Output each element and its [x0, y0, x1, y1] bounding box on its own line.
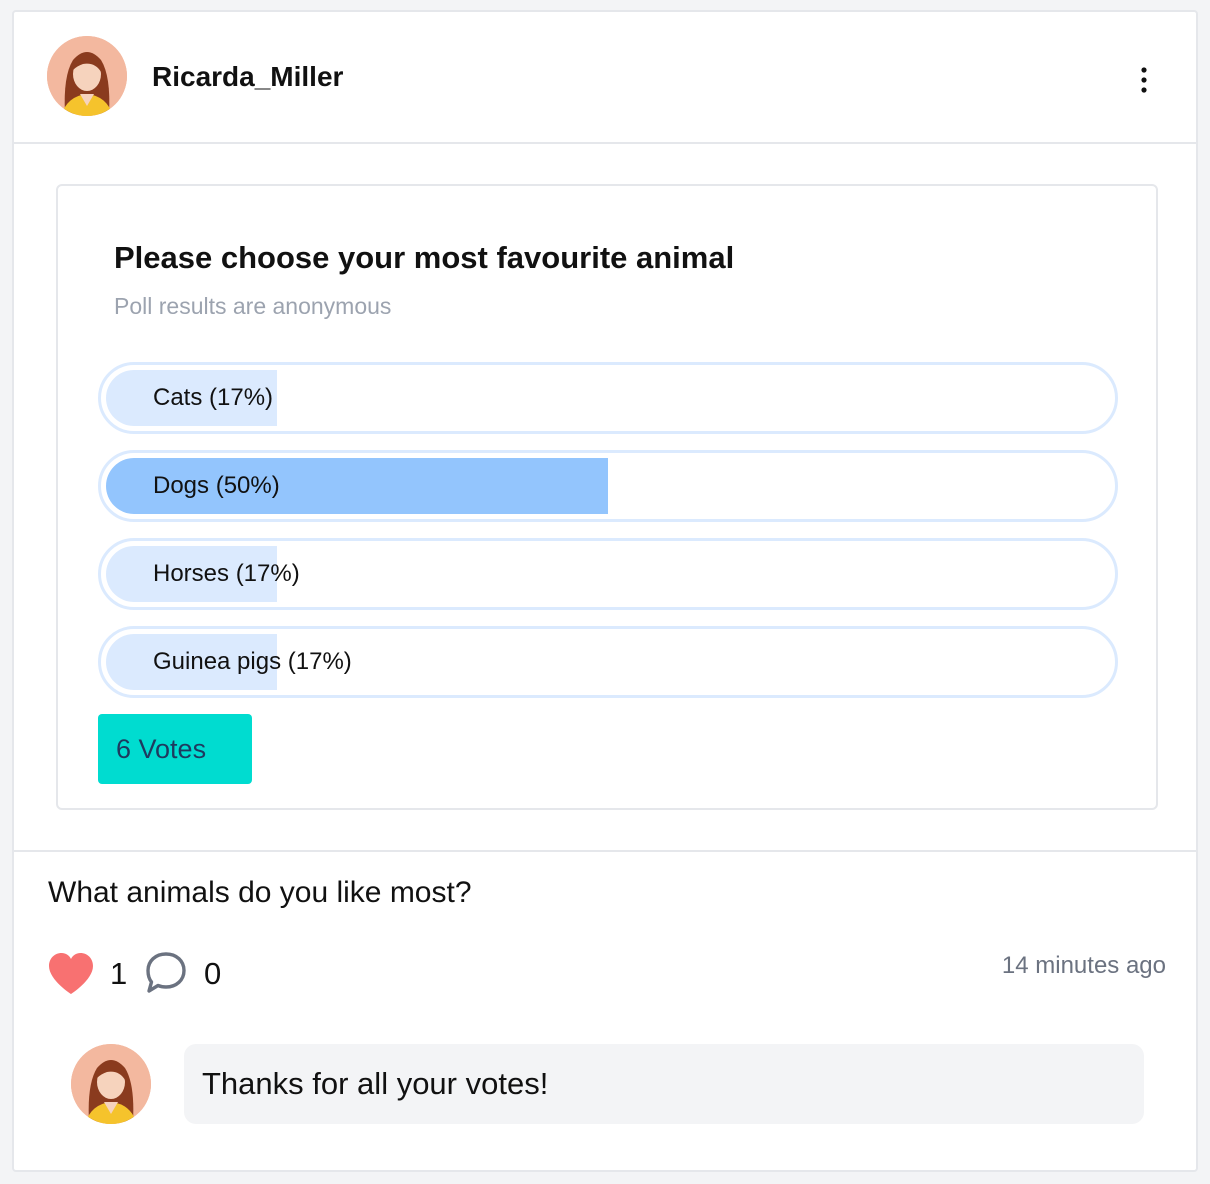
divider [14, 850, 1196, 852]
poll-option-dogs[interactable]: Dogs (50%) [98, 450, 1118, 522]
poll-option-label: Guinea pigs (17%) [153, 648, 352, 675]
poll-question: Please choose your most favourite animal [114, 240, 735, 275]
speech-bubble-icon[interactable] [144, 950, 188, 996]
post-text: What animals do you like most? [48, 876, 472, 909]
commenter-avatar[interactable] [71, 1044, 151, 1124]
poll-option-cats[interactable]: Cats (17%) [98, 362, 1118, 434]
heart-icon[interactable] [47, 952, 95, 996]
comment-count: 0 [204, 956, 222, 991]
author-avatar[interactable] [47, 36, 127, 116]
post-timestamp: 14 minutes ago [1001, 952, 1166, 979]
more-options-button[interactable] [1124, 60, 1164, 100]
comment-bubble: Thanks for all your votes! [184, 1044, 1144, 1124]
poll-option-guinea-pigs[interactable]: Guinea pigs (17%) [98, 626, 1118, 698]
poll-option-label: Dogs (50%) [153, 472, 280, 499]
poll-option-label: Horses (17%) [153, 560, 300, 587]
poll-container: Please choose your most favourite animal… [56, 184, 1158, 810]
poll-option-label: Cats (17%) [153, 384, 274, 411]
more-vertical-icon [1141, 67, 1147, 93]
comment-text: Thanks for all your votes! [202, 1066, 549, 1101]
author-username[interactable]: Ricarda_Miller [152, 60, 343, 94]
like-count: 1 [110, 956, 128, 991]
poll-option-horses[interactable]: Horses (17%) [98, 538, 1118, 610]
votes-count-button[interactable]: 6 Votes [98, 714, 252, 784]
post-header: Ricarda_Miller [14, 12, 1196, 144]
poll-subtitle: Poll results are anonymous [114, 293, 392, 319]
post-card: Ricarda_Miller Please choose your most f… [12, 10, 1198, 1172]
